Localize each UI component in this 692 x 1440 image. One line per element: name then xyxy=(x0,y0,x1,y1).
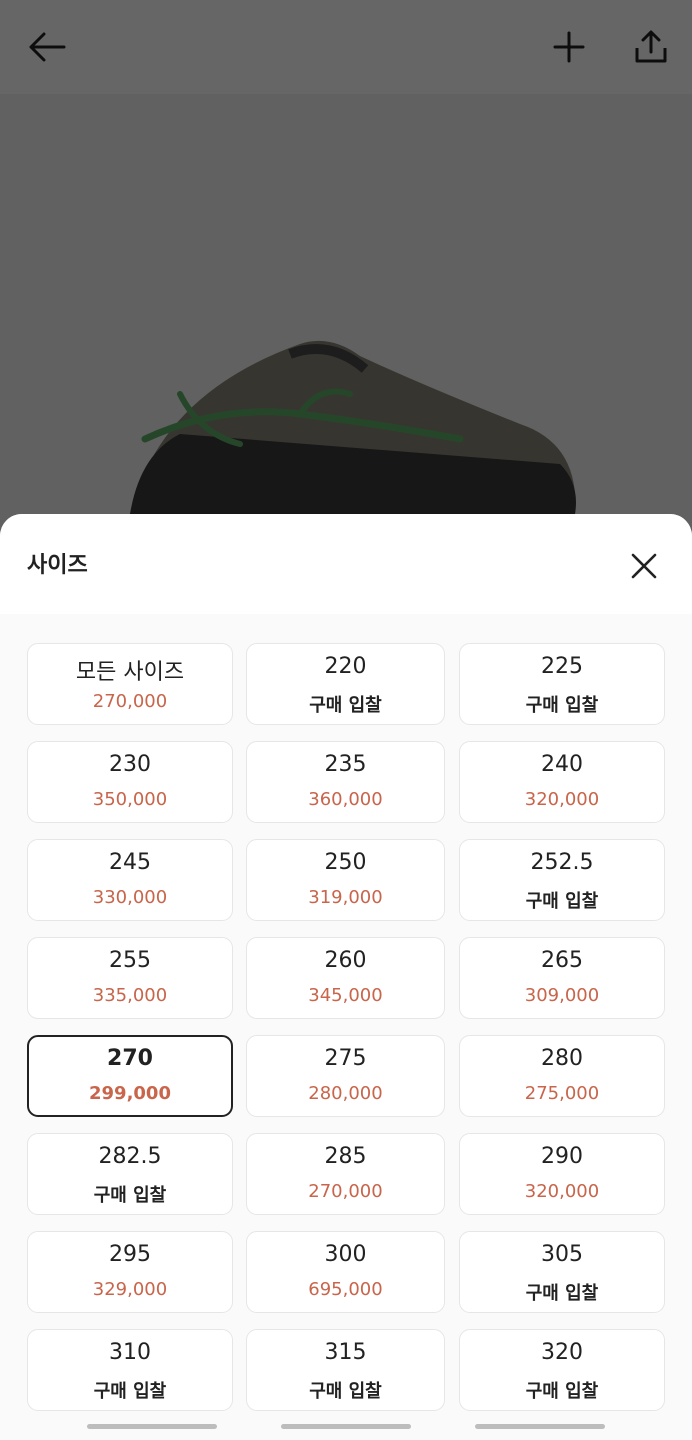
price-label: 330,000 xyxy=(92,887,168,908)
size-label: 250 xyxy=(324,850,367,875)
size-option[interactable]: 320 구매 입찰 xyxy=(459,1329,665,1411)
size-option[interactable]: 252.5 구매 입찰 xyxy=(459,839,665,921)
size-option[interactable]: 260 345,000 xyxy=(246,937,445,1019)
bid-label: 구매 입찰 xyxy=(93,1185,167,1206)
bid-label: 구매 입찰 xyxy=(93,1381,167,1402)
price-label: 270,000 xyxy=(308,1181,383,1202)
size-label: 285 xyxy=(324,1144,367,1169)
size-option[interactable]: 280 275,000 xyxy=(459,1035,665,1117)
close-button[interactable] xyxy=(624,546,664,586)
size-option[interactable]: 265 309,000 xyxy=(459,937,665,1019)
size-label: 240 xyxy=(541,752,583,777)
size-option[interactable]: 225 구매 입찰 xyxy=(459,643,665,725)
size-option[interactable]: 235 360,000 xyxy=(246,741,445,823)
price-label: 695,000 xyxy=(308,1279,383,1300)
scroll-indicator xyxy=(475,1424,605,1429)
price-label: 270,000 xyxy=(92,691,168,712)
scroll-indicator xyxy=(87,1424,217,1429)
size-label: 290 xyxy=(541,1144,583,1169)
size-label: 225 xyxy=(541,654,583,679)
size-option[interactable]: 270 299,000 xyxy=(27,1035,233,1117)
size-label: 282.5 xyxy=(98,1144,162,1169)
size-label: 260 xyxy=(324,948,367,973)
size-option[interactable]: 230 350,000 xyxy=(27,741,233,823)
size-label: 275 xyxy=(324,1046,367,1071)
bid-label: 구매 입찰 xyxy=(525,1283,599,1304)
size-label: 295 xyxy=(109,1242,151,1267)
price-label: 275,000 xyxy=(524,1083,600,1104)
size-option[interactable]: 300 695,000 xyxy=(246,1231,445,1313)
size-option[interactable]: 305 구매 입찰 xyxy=(459,1231,665,1313)
size-label: 245 xyxy=(109,850,151,875)
price-label: 320,000 xyxy=(524,1181,600,1202)
size-label: 270 xyxy=(107,1046,153,1071)
size-label: 모든 사이즈 xyxy=(75,660,185,685)
price-label: 360,000 xyxy=(308,789,383,810)
price-label: 299,000 xyxy=(89,1083,171,1104)
price-label: 345,000 xyxy=(308,985,383,1006)
size-label: 320 xyxy=(541,1340,583,1365)
price-label: 280,000 xyxy=(308,1083,383,1104)
close-icon xyxy=(631,553,657,579)
size-option[interactable]: 282.5 구매 입찰 xyxy=(27,1133,233,1215)
bid-label: 구매 입찰 xyxy=(525,891,599,912)
size-option[interactable]: 모든 사이즈 270,000 xyxy=(27,643,233,725)
size-label: 310 xyxy=(109,1340,151,1365)
scroll-indicator xyxy=(281,1424,411,1429)
size-option[interactable]: 240 320,000 xyxy=(459,741,665,823)
bid-label: 구매 입찰 xyxy=(525,695,599,716)
size-option[interactable]: 255 335,000 xyxy=(27,937,233,1019)
size-option[interactable]: 250 319,000 xyxy=(246,839,445,921)
size-option[interactable]: 315 구매 입찰 xyxy=(246,1329,445,1411)
size-label: 220 xyxy=(324,654,367,679)
price-label: 335,000 xyxy=(92,985,168,1006)
size-label: 230 xyxy=(109,752,151,777)
size-label: 255 xyxy=(109,948,151,973)
size-option[interactable]: 220 구매 입찰 xyxy=(246,643,445,725)
sheet-header: 사이즈 xyxy=(0,514,692,614)
size-label: 305 xyxy=(541,1242,583,1267)
size-label: 315 xyxy=(324,1340,367,1365)
size-option[interactable]: 285 270,000 xyxy=(246,1133,445,1215)
size-option[interactable]: 295 329,000 xyxy=(27,1231,233,1313)
size-label: 265 xyxy=(541,948,583,973)
size-bottom-sheet: 사이즈 모든 사이즈 270,000 220 구매 입찰 225 구매 입찰 230 350,… xyxy=(0,514,692,1440)
size-option[interactable]: 310 구매 입찰 xyxy=(27,1329,233,1411)
size-label: 235 xyxy=(324,752,367,777)
price-label: 350,000 xyxy=(92,789,168,810)
size-label: 252.5 xyxy=(530,850,594,875)
bid-label: 구매 입찰 xyxy=(309,1381,382,1402)
price-label: 309,000 xyxy=(524,985,600,1006)
size-label: 280 xyxy=(541,1046,583,1071)
price-label: 319,000 xyxy=(308,887,383,908)
price-label: 320,000 xyxy=(524,789,600,810)
size-option[interactable]: 290 320,000 xyxy=(459,1133,665,1215)
bid-label: 구매 입찰 xyxy=(525,1381,599,1402)
price-label: 329,000 xyxy=(92,1279,168,1300)
bid-label: 구매 입찰 xyxy=(309,695,382,716)
sheet-title: 사이즈 xyxy=(27,553,88,578)
size-option[interactable]: 245 330,000 xyxy=(27,839,233,921)
size-label: 300 xyxy=(324,1242,367,1267)
size-option[interactable]: 275 280,000 xyxy=(246,1035,445,1117)
